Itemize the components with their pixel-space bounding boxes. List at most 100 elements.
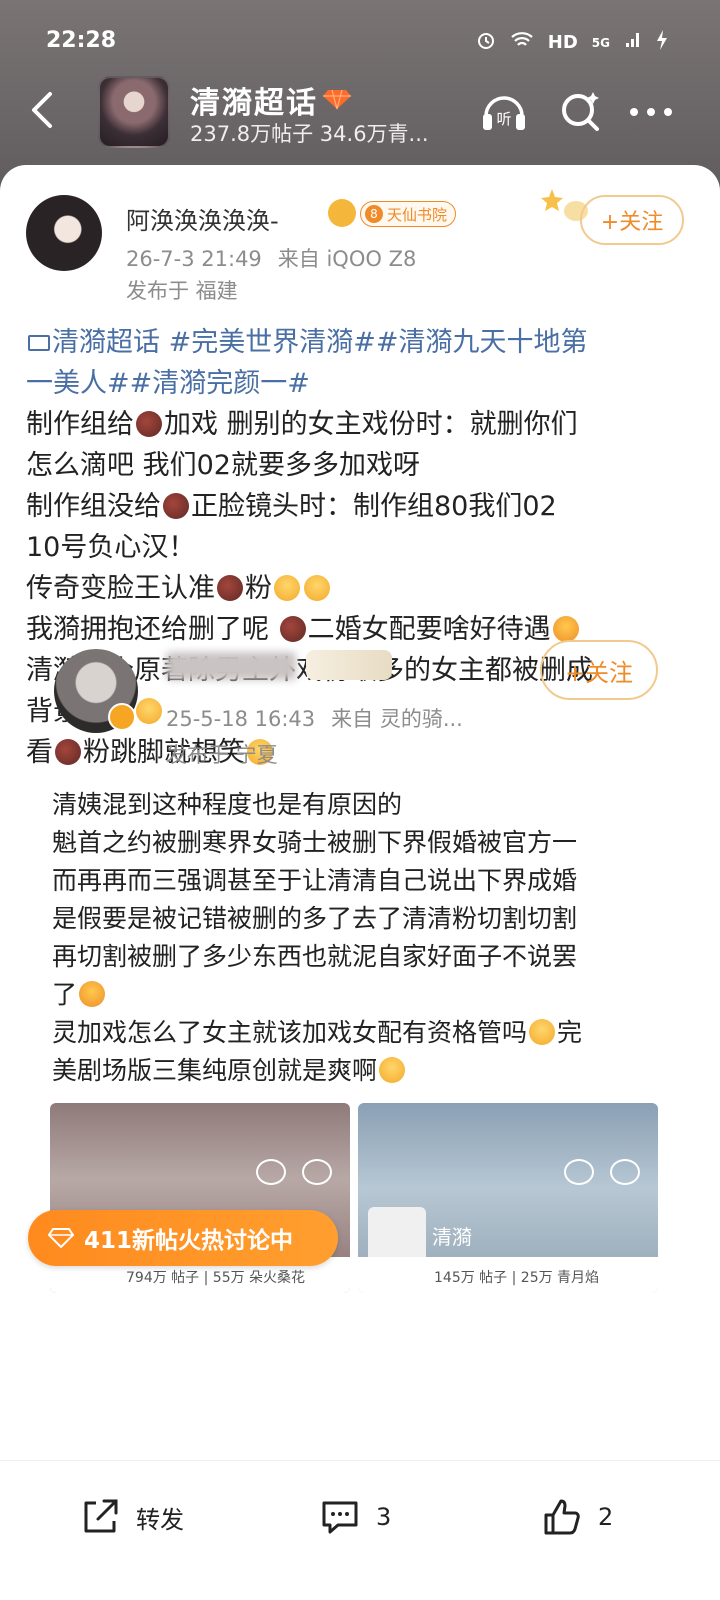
- wifi-icon: [510, 31, 534, 54]
- topic-avatar[interactable]: [98, 76, 170, 148]
- post-source: 来自 iQOO Z8: [277, 247, 417, 271]
- badge-text: 天仙书院: [387, 205, 448, 224]
- post-date: 26-7-3 21:49: [126, 247, 262, 271]
- post-line: 传奇变脸王认准粉: [26, 568, 696, 609]
- share-icon: [84, 1499, 118, 1533]
- quoted-line: 美剧场版三集纯原创就是爽啊: [52, 1052, 692, 1090]
- quoted-meta: 25-5-18 16:43 来自 灵的骑...: [166, 703, 463, 733]
- search-icon: [302, 1159, 332, 1185]
- topic-stats: 237.8万帖子 34.6万青...: [190, 122, 429, 146]
- network-label: HD: [547, 32, 578, 53]
- thumb-stats: 145万 帖子 | 25万 青月焰: [358, 1257, 658, 1293]
- fan-level-badge[interactable]: 8 天仙书院: [360, 201, 457, 227]
- hot-label: 411新帖火热讨论中: [84, 1228, 294, 1254]
- signal-icon: [624, 31, 642, 54]
- quoted-follow-button[interactable]: +关注: [540, 640, 658, 700]
- like-button[interactable]: 2: [540, 1495, 613, 1539]
- signal-label: 5G: [591, 35, 610, 50]
- thumb-topic-name: 清漪: [432, 1225, 472, 1249]
- text: 灵加戏怎么了女主就该加戏女配有资格管吗: [52, 1018, 528, 1047]
- fear-emoji-icon: [379, 1057, 406, 1083]
- search-icon: [610, 1159, 640, 1185]
- listen-label: 听: [496, 110, 511, 128]
- turkey-emoji-icon: [55, 739, 81, 765]
- drooling-emoji-icon: [552, 616, 579, 642]
- comment-button[interactable]: 3: [318, 1495, 391, 1539]
- author-avatar[interactable]: [26, 195, 102, 271]
- quoted-location: 发布于 宁夏: [166, 743, 278, 767]
- text: 加戏 删别的女主戏份时：就删你们: [164, 409, 578, 440]
- diamond-icon: [47, 1228, 75, 1249]
- share-label: 转发: [136, 1505, 184, 1534]
- text: 正脸镜头时：制作组80我们02: [191, 491, 557, 522]
- quoted-line: 魁首之约被删寒界女骑士被删下界假婚被官方一: [52, 828, 578, 857]
- text: 粉: [245, 573, 272, 604]
- follow-button[interactable]: +关注: [580, 195, 684, 245]
- post-line: 制作组给 加戏 删别的女主戏份时：就删你们: [26, 404, 696, 445]
- text: 美剧场版三集纯原创就是爽啊: [52, 1056, 378, 1085]
- more-options-button[interactable]: [626, 102, 676, 122]
- text: 二婚女配要啥好待遇: [307, 614, 551, 645]
- comment-count: 3: [376, 1503, 392, 1531]
- alarm-icon: [476, 30, 496, 55]
- turkey-emoji-icon: [163, 493, 189, 519]
- quoted-line: 再切割被删了多少东西也就泥自家好面子不说罢: [52, 942, 578, 971]
- post-line: 清漪超话 #完美世界清漪##清漪九天十地第: [26, 322, 696, 363]
- quoted-source: 来自 灵的骑...: [331, 707, 463, 731]
- text: 了: [52, 980, 78, 1009]
- hot-discussion-pill[interactable]: 411新帖火热讨论中: [28, 1210, 338, 1266]
- search-button[interactable]: [556, 86, 606, 136]
- text: 传奇变脸王认准: [26, 573, 215, 604]
- turkey-emoji-icon: [279, 616, 306, 642]
- turkey-emoji-icon: [217, 575, 243, 601]
- listen-button[interactable]: 听: [478, 86, 530, 138]
- fear-emoji-icon: [529, 1019, 556, 1045]
- post-line: 看粉跳脚就想笑: [26, 732, 696, 773]
- quoted-line: 是假要是被记错被删的多了去了清清粉切割切割: [52, 904, 578, 933]
- share-button[interactable]: 转发: [78, 1495, 184, 1539]
- battery-icon: [656, 30, 668, 55]
- topic-diamond-icon: [28, 335, 50, 351]
- topic-header: 清漪超话 237.8万帖子 34.6万青... 听: [0, 72, 720, 152]
- pointing-emoji-icon: [79, 981, 106, 1007]
- quoted-author-sticker: [306, 650, 392, 680]
- crying-emoji-icon: [304, 575, 330, 601]
- quoted-body: 清姨混到这种程度也是有原因的 魁首之约被删寒界女骑士被删下界假婚被官方一 而再再…: [52, 786, 692, 1090]
- badge-level: 8: [365, 205, 383, 223]
- like-count: 2: [598, 1503, 614, 1531]
- post-meta: 26-7-3 21:49 来自 iQOO Z8: [126, 243, 416, 273]
- crying-emoji-icon: [274, 575, 300, 601]
- quoted-image-2[interactable]: 清漪 145万 帖子 | 25万 青月焰: [358, 1103, 658, 1293]
- verified-badge-icon: [108, 703, 136, 731]
- people-icon: [564, 1159, 594, 1185]
- status-bar: 22:28 HD 5G: [0, 0, 720, 80]
- text: 制作组给: [26, 409, 134, 440]
- post-location: 发布于 福建: [126, 279, 238, 303]
- hashtag[interactable]: 清漪超话 #完美世界清漪##清漪九天十地第: [52, 327, 587, 358]
- fish-emoji-icon: [328, 199, 356, 227]
- quoted-line: 灵加戏怎么了女主就该加戏女配有资格管吗完: [52, 1014, 692, 1052]
- quoted-line: 清姨混到这种程度也是有原因的: [52, 790, 403, 819]
- quoted-date: 25-5-18 16:43: [166, 707, 316, 731]
- quoted-line: 了: [52, 976, 692, 1014]
- quoted-line: 而再再而三强调甚至于让清清自己说出下界成婚: [52, 866, 578, 895]
- gem-icon: [322, 88, 352, 110]
- post-line: 怎么滴吧 我们02就要多多加戏呀: [26, 450, 420, 481]
- status-icons: HD 5G: [476, 30, 668, 55]
- back-button[interactable]: [24, 88, 64, 132]
- hashtag[interactable]: 一美人##清漪完颜一#: [26, 363, 696, 404]
- text: 看: [26, 737, 53, 768]
- comment-icon: [322, 1501, 358, 1534]
- text: 我漪拥抱还给删了呢: [26, 614, 278, 645]
- quoted-author-name-blurred[interactable]: [166, 652, 296, 680]
- text: 制作组没给: [26, 491, 161, 522]
- crying-emoji-icon: [136, 698, 162, 724]
- action-bar: 转发 3 2: [0, 1460, 720, 1600]
- people-icon: [256, 1159, 286, 1185]
- thumbs-up-icon: [544, 1499, 580, 1535]
- post-line: 10号负心汉！: [26, 532, 196, 563]
- clock: 22:28: [46, 28, 117, 53]
- author-name[interactable]: 阿涣涣涣涣涣-: [126, 201, 279, 236]
- post-line: 制作组没给 正脸镜头时：制作组80我们02: [26, 486, 696, 527]
- turkey-emoji-icon: [136, 411, 162, 437]
